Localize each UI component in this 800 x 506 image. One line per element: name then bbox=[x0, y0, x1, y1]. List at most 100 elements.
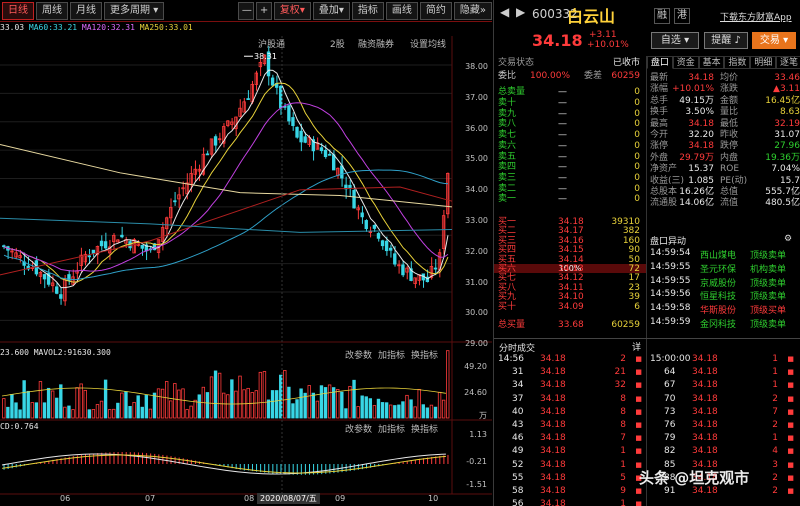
stats-tab[interactable]: 逐笔 bbox=[776, 56, 800, 69]
stats-tab[interactable]: 资金 bbox=[672, 56, 699, 69]
sell-level-label: 卖八 bbox=[498, 119, 517, 130]
download-app-link[interactable]: 下载东方财富App bbox=[720, 10, 792, 23]
mover-row[interactable]: 14:59:54 西山煤电 顶级卖单 bbox=[650, 248, 800, 261]
buy-total-label: 总买量 bbox=[498, 320, 526, 330]
trade-price: 34.18 bbox=[540, 446, 566, 457]
mover-row[interactable]: 14:59:59 金冈科技 顶级卖单 bbox=[650, 317, 800, 330]
volume-bar bbox=[107, 409, 112, 419]
trade-time: 82 bbox=[664, 446, 676, 457]
trade-direction-icon: ■ bbox=[787, 355, 794, 363]
volume-bar bbox=[6, 406, 10, 419]
macd-edit-params[interactable]: 改参数 bbox=[345, 422, 372, 435]
adjust-button[interactable]: 复权▾ bbox=[273, 1, 311, 20]
trade-button[interactable]: 交易 ▾ bbox=[752, 32, 796, 49]
macd-axis-top: 1.13 bbox=[469, 430, 487, 439]
price-axis-label: 36.00 bbox=[465, 123, 488, 133]
tab-monthly[interactable]: 月线 bbox=[70, 1, 102, 20]
volume-bar bbox=[384, 402, 389, 419]
sell-total: 总卖量 — 0 bbox=[498, 87, 644, 97]
volume-bar bbox=[10, 394, 14, 419]
trade-direction-icon: ■ bbox=[787, 460, 794, 469]
chevron-down-icon: ▾ bbox=[684, 35, 690, 46]
sell-level: 卖六 — 0 bbox=[498, 141, 644, 151]
macd-switch-indicator[interactable]: 换指标 bbox=[411, 422, 438, 435]
tab-daily[interactable]: 日线 bbox=[2, 1, 34, 20]
vol-edit-params[interactable]: 改参数 bbox=[345, 348, 372, 361]
price-axis-label: 35.00 bbox=[465, 154, 488, 164]
stats-tab[interactable]: 盘口 bbox=[647, 56, 673, 69]
vol-axis-mid: 24.60 bbox=[464, 388, 487, 397]
volume-bar bbox=[14, 402, 18, 419]
mover-name: 圣元环保 bbox=[700, 264, 737, 275]
add-watchlist-button[interactable]: 自选 ▾ bbox=[651, 32, 699, 49]
trade-volume: 8 bbox=[620, 420, 626, 430]
vol-switch-indicator[interactable]: 换指标 bbox=[411, 348, 438, 361]
mover-type: 顶级卖单 bbox=[750, 320, 787, 330]
draw-line-button[interactable]: 画线 bbox=[385, 1, 418, 20]
link-set-ma[interactable]: 设置均线 bbox=[410, 37, 446, 50]
volume-bar bbox=[217, 372, 222, 419]
stat-value: 1.085 bbox=[688, 175, 714, 186]
alert-button[interactable]: 提醒 ♪ bbox=[704, 32, 748, 49]
stat-label: 总值 bbox=[720, 187, 739, 197]
stat-value: 29.79万 bbox=[679, 152, 714, 163]
candle-body bbox=[319, 147, 324, 152]
sell-level-price: — bbox=[558, 108, 567, 119]
volume-bar bbox=[446, 350, 450, 419]
trade-row-left: 14:56 34.18 2 ■ bbox=[498, 354, 646, 367]
volume-bar bbox=[103, 379, 108, 419]
volume-bar bbox=[307, 385, 311, 419]
margin-badge[interactable]: 融 bbox=[654, 8, 670, 24]
stat-label: 金额 bbox=[720, 95, 739, 106]
zoom-out-button[interactable]: — bbox=[237, 1, 254, 20]
price-change: +3.11 bbox=[589, 30, 617, 40]
hk-badge[interactable]: 港 bbox=[674, 8, 690, 24]
volume-bar bbox=[364, 396, 368, 419]
trade-time: 73 bbox=[664, 406, 676, 417]
link-hk-connect[interactable]: 沪股通 bbox=[258, 37, 285, 50]
vol-add-indicator[interactable]: 加指标 bbox=[378, 348, 405, 361]
simple-button[interactable]: 简约 bbox=[419, 1, 452, 20]
hide-button[interactable]: 隐藏» bbox=[453, 1, 492, 20]
stats-tab[interactable]: 明细 bbox=[750, 56, 777, 69]
settings-icon[interactable]: ⚙ bbox=[784, 234, 792, 244]
mover-row[interactable]: 14:59:56 恒星科技 顶级卖单 bbox=[650, 289, 800, 302]
next-stock-icon[interactable]: ▶ bbox=[516, 5, 525, 19]
trade-price: 34.18 bbox=[692, 420, 718, 430]
volume-bar bbox=[50, 390, 55, 419]
tab-weekly[interactable]: 周线 bbox=[36, 1, 68, 20]
candle-body bbox=[103, 241, 108, 249]
link-margin[interactable]: 融资融券 bbox=[358, 37, 394, 50]
bid-ratio: 委比 100.00% 委差 60259 bbox=[498, 71, 644, 81]
indicator-button[interactable]: 指标 bbox=[351, 1, 384, 20]
mover-row[interactable]: 14:59:55 圣元环保 机构卖单 bbox=[650, 262, 800, 275]
date-07: 07 bbox=[145, 494, 156, 503]
stats-tab[interactable]: 基本 bbox=[698, 56, 725, 69]
stats-tab[interactable]: 指数 bbox=[724, 56, 751, 69]
zoom-in-button[interactable]: + bbox=[255, 1, 272, 20]
overlay-button[interactable]: 叠加▾ bbox=[312, 1, 350, 20]
ma1-value: 33.03 bbox=[0, 23, 25, 32]
kline-chart[interactable]: 38.31 bbox=[0, 36, 492, 506]
trade-direction-icon: ■ bbox=[635, 447, 642, 456]
volume-bar bbox=[99, 400, 104, 419]
sell-level: 卖五 — 0 bbox=[498, 152, 644, 162]
trade-direction-icon: ■ bbox=[787, 407, 794, 416]
mover-time: 14:59:54 bbox=[650, 248, 691, 258]
mover-row[interactable]: 14:59:55 京威股份 顶级卖单 bbox=[650, 276, 800, 289]
stats-row: 最高 34.18 最低 32.19 bbox=[650, 119, 800, 130]
stat-value: 8.63 bbox=[779, 107, 800, 118]
prev-stock-icon[interactable]: ◀ bbox=[500, 5, 509, 19]
volume-bar bbox=[83, 389, 87, 419]
detail-link[interactable]: 详 bbox=[632, 340, 641, 353]
volume-bar bbox=[160, 388, 165, 419]
trade-time: 40 bbox=[512, 406, 524, 417]
volume-bar bbox=[42, 402, 47, 419]
trade-volume: 2 bbox=[620, 354, 626, 364]
mover-row[interactable]: 14:59:58 华斯股份 顶级买单 bbox=[650, 303, 800, 316]
macd-add-indicator[interactable]: 加指标 bbox=[378, 422, 405, 435]
tab-more-periods[interactable]: 更多周期 ▾ bbox=[104, 1, 165, 20]
candle-body bbox=[42, 274, 47, 280]
trade-time: 52 bbox=[512, 459, 524, 470]
link-2-shares[interactable]: 2股 bbox=[330, 37, 345, 50]
